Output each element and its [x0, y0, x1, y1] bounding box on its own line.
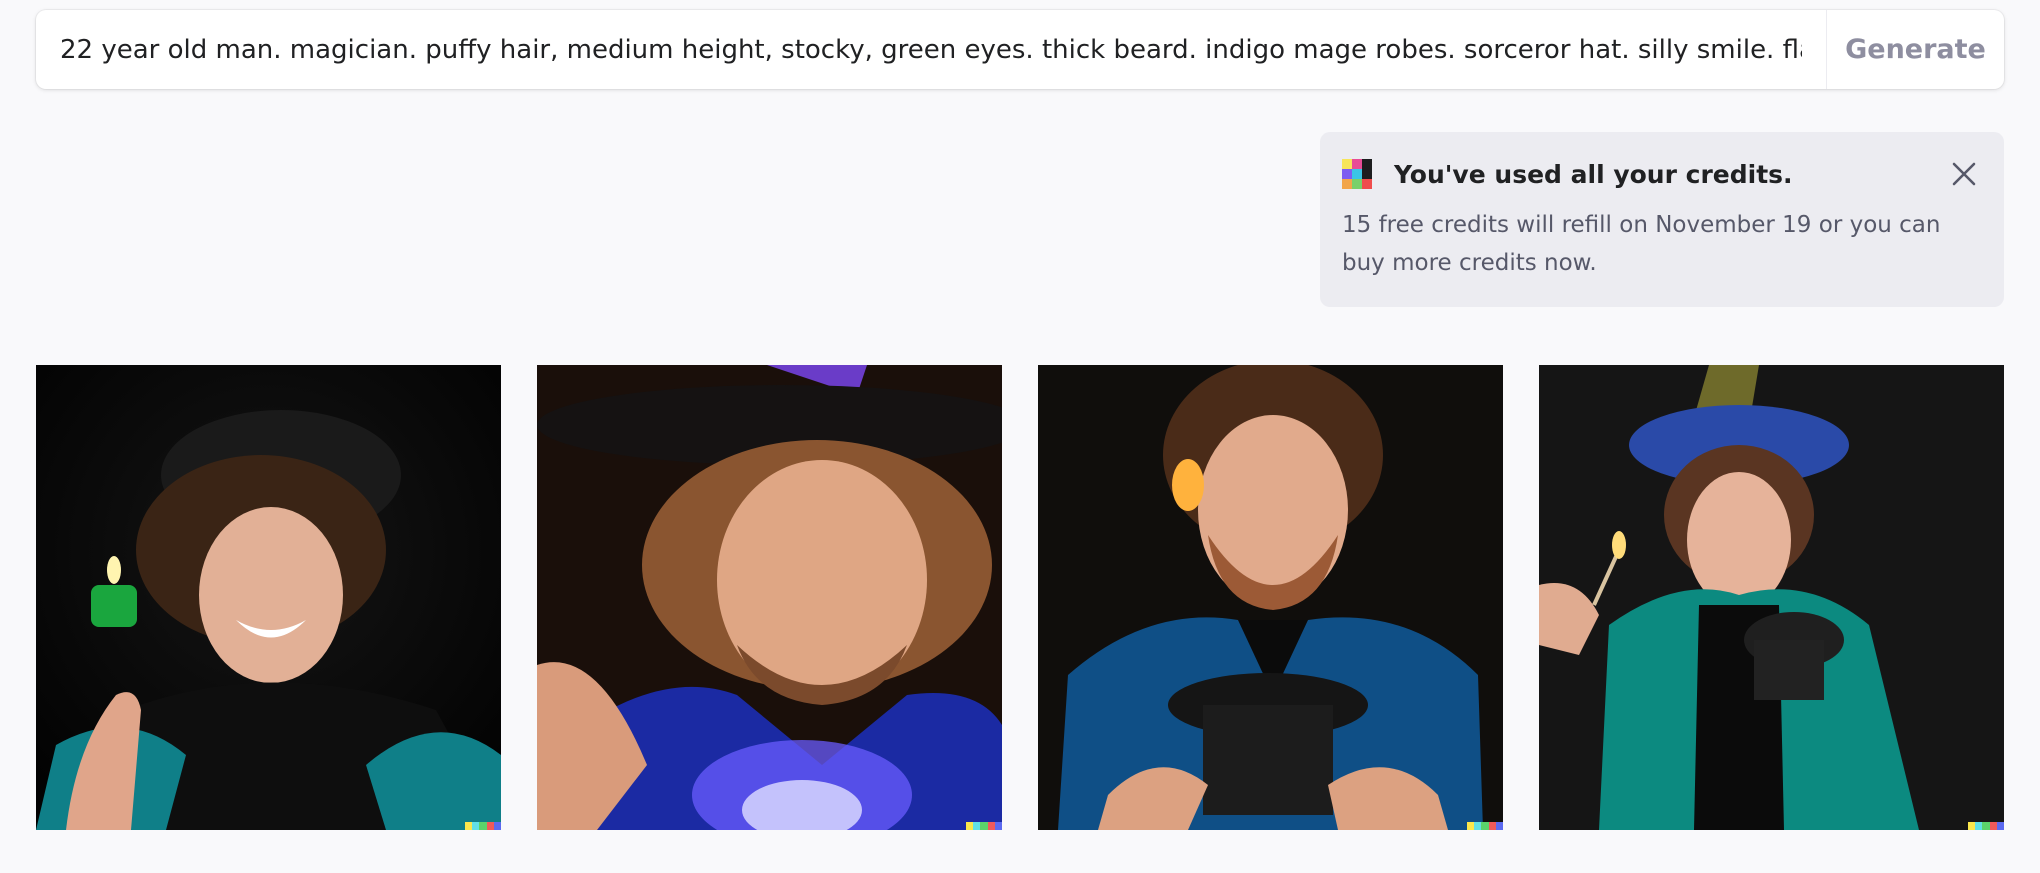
watermark-square — [987, 822, 995, 830]
logo-square — [1362, 179, 1372, 189]
alert-message: 15 free credits will refill on November … — [1342, 212, 1941, 276]
watermark — [1467, 822, 1503, 830]
image-1-illustration — [36, 365, 501, 830]
generated-image-1[interactable] — [36, 365, 501, 830]
image-3-illustration — [1038, 365, 1503, 830]
watermark-square — [1996, 822, 2004, 830]
close-icon — [1952, 162, 1976, 186]
close-button[interactable] — [1946, 156, 1982, 192]
watermark-square — [1968, 822, 1976, 830]
generated-image-3[interactable] — [1038, 365, 1503, 830]
generate-button[interactable]: Generate — [1826, 10, 2004, 89]
watermark — [966, 822, 1002, 830]
watermark-square — [1495, 822, 1503, 830]
watermark-square — [1975, 822, 1983, 830]
prompt-input[interactable] — [36, 10, 1826, 89]
watermark-square — [1989, 822, 1997, 830]
image-4-illustration — [1539, 365, 2004, 830]
watermark-square — [1488, 822, 1496, 830]
watermark-square — [472, 822, 480, 830]
logo-square — [1362, 169, 1372, 179]
dalle-logo-icon — [1342, 159, 1372, 189]
alert-header: You've used all your credits. — [1342, 154, 1982, 194]
logo-square — [1342, 169, 1352, 179]
logo-square — [1342, 159, 1352, 169]
image-2-illustration — [537, 365, 1002, 830]
generated-image-4[interactable] — [1539, 365, 2004, 830]
watermark — [1968, 822, 2004, 830]
watermark-square — [994, 822, 1002, 830]
logo-square — [1362, 159, 1372, 169]
watermark-square — [980, 822, 988, 830]
logo-square — [1342, 179, 1352, 189]
alert-title: You've used all your credits. — [1394, 159, 1793, 189]
logo-square — [1352, 179, 1362, 189]
watermark-square — [465, 822, 473, 830]
generated-image-2[interactable] — [537, 365, 1002, 830]
watermark-square — [1982, 822, 1990, 830]
logo-square — [1352, 169, 1362, 179]
watermark-square — [493, 822, 501, 830]
prompt-bar: Generate — [36, 10, 2004, 89]
watermark-square — [1481, 822, 1489, 830]
watermark-square — [973, 822, 981, 830]
credits-alert: You've used all your credits. 15 free cr… — [1320, 132, 2004, 307]
watermark-square — [966, 822, 974, 830]
watermark-square — [1467, 822, 1475, 830]
watermark-square — [486, 822, 494, 830]
watermark-square — [1474, 822, 1482, 830]
watermark-square — [479, 822, 487, 830]
watermark — [465, 822, 501, 830]
logo-square — [1352, 159, 1362, 169]
